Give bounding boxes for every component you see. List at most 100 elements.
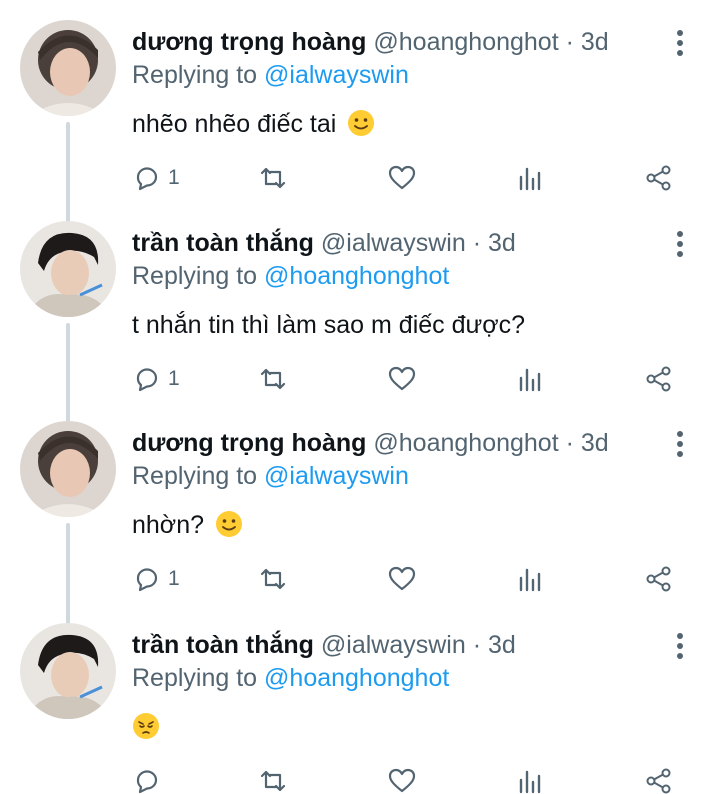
share-button[interactable] bbox=[644, 158, 674, 198]
reply-count: 1 bbox=[168, 567, 180, 590]
like-button[interactable] bbox=[387, 158, 417, 198]
timestamp[interactable]: 3d bbox=[581, 28, 609, 56]
mention-link[interactable]: @hoanghonghot bbox=[264, 262, 449, 290]
tweet[interactable]: dương trọng hoàng @hoanghonghot · 3d Rep… bbox=[0, 0, 720, 226]
separator: · bbox=[472, 229, 482, 257]
retweet-button[interactable] bbox=[258, 559, 288, 599]
heart-icon bbox=[388, 566, 416, 591]
author-name[interactable]: trần toàn thắng bbox=[132, 631, 314, 659]
more-vertical-icon[interactable] bbox=[670, 429, 690, 459]
tweet[interactable]: trần toàn thắng @ialwayswin · 3d Replyin… bbox=[0, 603, 720, 794]
like-button[interactable] bbox=[387, 761, 417, 794]
retweet-button[interactable] bbox=[258, 761, 288, 794]
tweet-actions: 1 bbox=[0, 559, 720, 599]
mention-link[interactable]: @hoanghonghot bbox=[264, 664, 449, 692]
timestamp[interactable]: 3d bbox=[488, 631, 516, 659]
separator: · bbox=[472, 631, 482, 659]
separator: · bbox=[565, 429, 574, 457]
reply-button[interactable] bbox=[132, 761, 162, 794]
analytics-button[interactable] bbox=[516, 761, 546, 794]
reply-count: 1 bbox=[168, 166, 180, 189]
replying-to: Replying to @ialwayswin bbox=[132, 460, 409, 492]
replying-to: Replying to @hoanghonghot bbox=[132, 662, 449, 694]
author-handle[interactable]: @ialwayswin bbox=[321, 631, 466, 659]
pensive-face-icon bbox=[132, 712, 160, 740]
mention-link[interactable]: @ialwayswin bbox=[264, 462, 409, 490]
analytics-button[interactable] bbox=[516, 359, 546, 399]
more-vertical-icon[interactable] bbox=[670, 631, 690, 661]
heart-icon bbox=[388, 366, 416, 391]
tweet-header: dương trọng hoàng @hoanghonghot · 3d bbox=[132, 26, 609, 58]
retweet-button[interactable] bbox=[258, 158, 288, 198]
timestamp[interactable]: 3d bbox=[488, 229, 516, 257]
author-handle[interactable]: @ialwayswin bbox=[321, 229, 466, 257]
tweet-body: nhờn? bbox=[132, 511, 205, 539]
tweet-actions bbox=[0, 761, 720, 794]
tweet-text bbox=[132, 710, 160, 744]
analytics-icon bbox=[519, 167, 541, 191]
tweet[interactable]: trần toàn thắng @ialwayswin · 3d Replyin… bbox=[0, 201, 720, 427]
tweet-header: dương trọng hoàng @hoanghonghot · 3d bbox=[132, 427, 609, 459]
tweet-actions: 1 bbox=[0, 158, 720, 198]
reply-icon bbox=[136, 167, 158, 191]
author-handle[interactable]: @hoanghonghot bbox=[373, 429, 558, 457]
author-name[interactable]: dương trọng hoàng bbox=[132, 28, 366, 56]
reply-button[interactable]: 1 bbox=[132, 158, 180, 198]
analytics-icon bbox=[519, 568, 541, 592]
tweet-actions: 1 bbox=[0, 359, 720, 399]
tweet-text: nhẽo nhẽo điếc tai bbox=[132, 107, 375, 141]
replying-to-label: Replying to bbox=[132, 262, 258, 290]
avatar[interactable] bbox=[20, 20, 116, 116]
tweet-body: t nhắn tin thì làm sao m điếc được? bbox=[132, 311, 526, 339]
slightly-smiling-face-icon bbox=[215, 510, 243, 538]
author-name[interactable]: dương trọng hoàng bbox=[132, 429, 366, 457]
heart-icon bbox=[388, 165, 416, 190]
replying-to-label: Replying to bbox=[132, 664, 258, 692]
avatar[interactable] bbox=[20, 221, 116, 317]
share-button[interactable] bbox=[644, 559, 674, 599]
retweet-icon bbox=[260, 568, 286, 590]
separator: · bbox=[565, 28, 574, 56]
reply-button[interactable]: 1 bbox=[132, 359, 180, 399]
replying-to-label: Replying to bbox=[132, 61, 258, 89]
replying-to: Replying to @hoanghonghot bbox=[132, 260, 449, 292]
slightly-smiling-face-icon bbox=[347, 109, 375, 137]
retweet-icon bbox=[260, 368, 286, 390]
like-button[interactable] bbox=[387, 559, 417, 599]
retweet-icon bbox=[260, 770, 286, 792]
replying-to-label: Replying to bbox=[132, 462, 258, 490]
avatar[interactable] bbox=[20, 623, 116, 719]
author-name[interactable]: trần toàn thắng bbox=[132, 229, 314, 257]
share-icon bbox=[646, 165, 671, 191]
timestamp[interactable]: 3d bbox=[581, 429, 609, 457]
share-button[interactable] bbox=[644, 359, 674, 399]
more-vertical-icon[interactable] bbox=[670, 28, 690, 58]
retweet-icon bbox=[260, 167, 286, 189]
analytics-icon bbox=[519, 770, 541, 794]
heart-icon bbox=[388, 768, 416, 793]
mention-link[interactable]: @ialwayswin bbox=[264, 61, 409, 89]
analytics-icon bbox=[519, 368, 541, 392]
reply-icon bbox=[136, 568, 158, 592]
tweet-body: nhẽo nhẽo điếc tai bbox=[132, 110, 337, 138]
tweet-header: trần toàn thắng @ialwayswin · 3d bbox=[132, 629, 516, 661]
more-vertical-icon[interactable] bbox=[670, 229, 690, 259]
reply-button[interactable]: 1 bbox=[132, 559, 180, 599]
analytics-button[interactable] bbox=[516, 158, 546, 198]
retweet-button[interactable] bbox=[258, 359, 288, 399]
reply-icon bbox=[136, 770, 158, 794]
tweet-text: nhờn? bbox=[132, 508, 243, 542]
tweet[interactable]: dương trọng hoàng @hoanghonghot · 3d Rep… bbox=[0, 401, 720, 627]
replying-to: Replying to @ialwayswin bbox=[132, 59, 409, 91]
share-button[interactable] bbox=[644, 761, 674, 794]
avatar[interactable] bbox=[20, 421, 116, 517]
reply-icon bbox=[136, 368, 158, 392]
share-icon bbox=[646, 566, 671, 592]
analytics-button[interactable] bbox=[516, 559, 546, 599]
reply-count: 1 bbox=[168, 367, 180, 390]
tweet-text: t nhắn tin thì làm sao m điếc được? bbox=[132, 308, 525, 342]
share-icon bbox=[646, 768, 671, 794]
author-handle[interactable]: @hoanghonghot bbox=[373, 28, 558, 56]
like-button[interactable] bbox=[387, 359, 417, 399]
share-icon bbox=[646, 366, 671, 392]
